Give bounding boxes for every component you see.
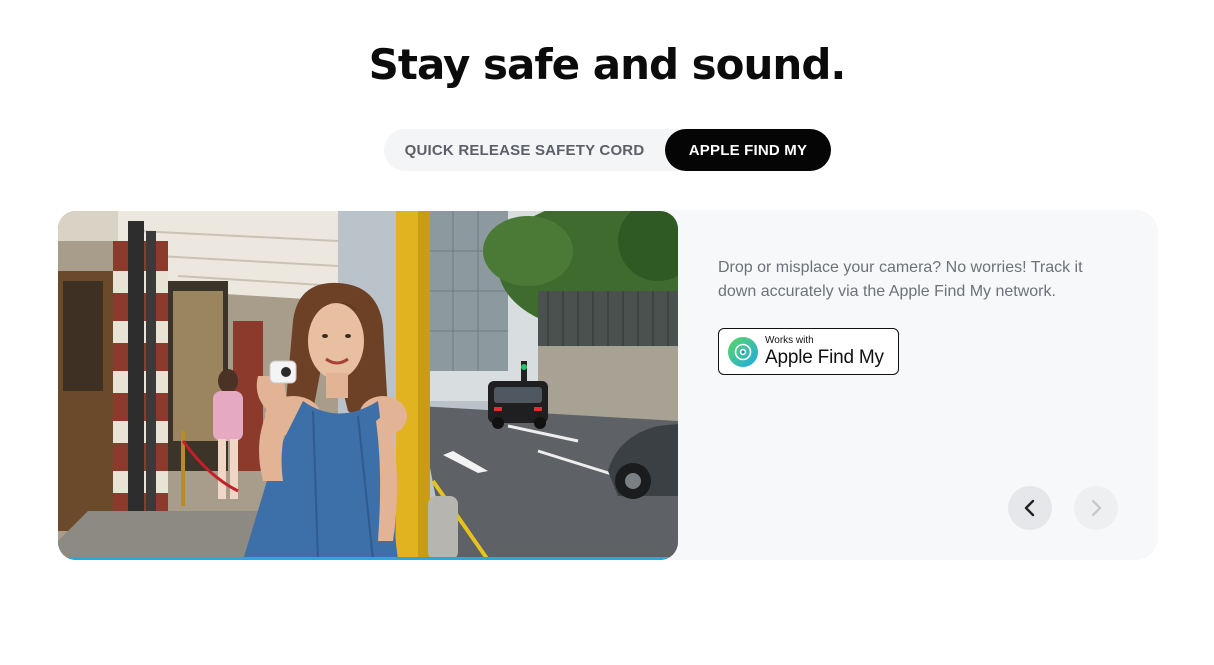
badge-big-text: Apple Find My xyxy=(765,347,884,368)
carousel-next-button[interactable] xyxy=(1074,486,1118,530)
carousel-prev-button[interactable] xyxy=(1008,486,1052,530)
tab-apple-find-my[interactable]: APPLE FIND MY xyxy=(665,129,831,171)
feature-tabs: QUICK RELEASE SAFETY CORD APPLE FIND MY xyxy=(384,129,831,171)
feature-photo xyxy=(58,211,678,560)
chevron-left-icon xyxy=(1024,499,1035,517)
street-scene-image xyxy=(58,211,678,560)
feature-description: Drop or misplace your camera? No worries… xyxy=(718,259,1083,300)
badge-small-text: Works with xyxy=(765,335,814,346)
find-my-icon xyxy=(728,336,758,367)
works-with-find-my-badge: Works with Apple Find My xyxy=(718,328,899,375)
page-title: Stay safe and sound. xyxy=(368,40,847,89)
slide-progress-bar xyxy=(58,557,678,560)
chevron-right-icon xyxy=(1091,499,1102,517)
tab-quick-release-safety-cord[interactable]: QUICK RELEASE SAFETY CORD xyxy=(384,129,665,171)
